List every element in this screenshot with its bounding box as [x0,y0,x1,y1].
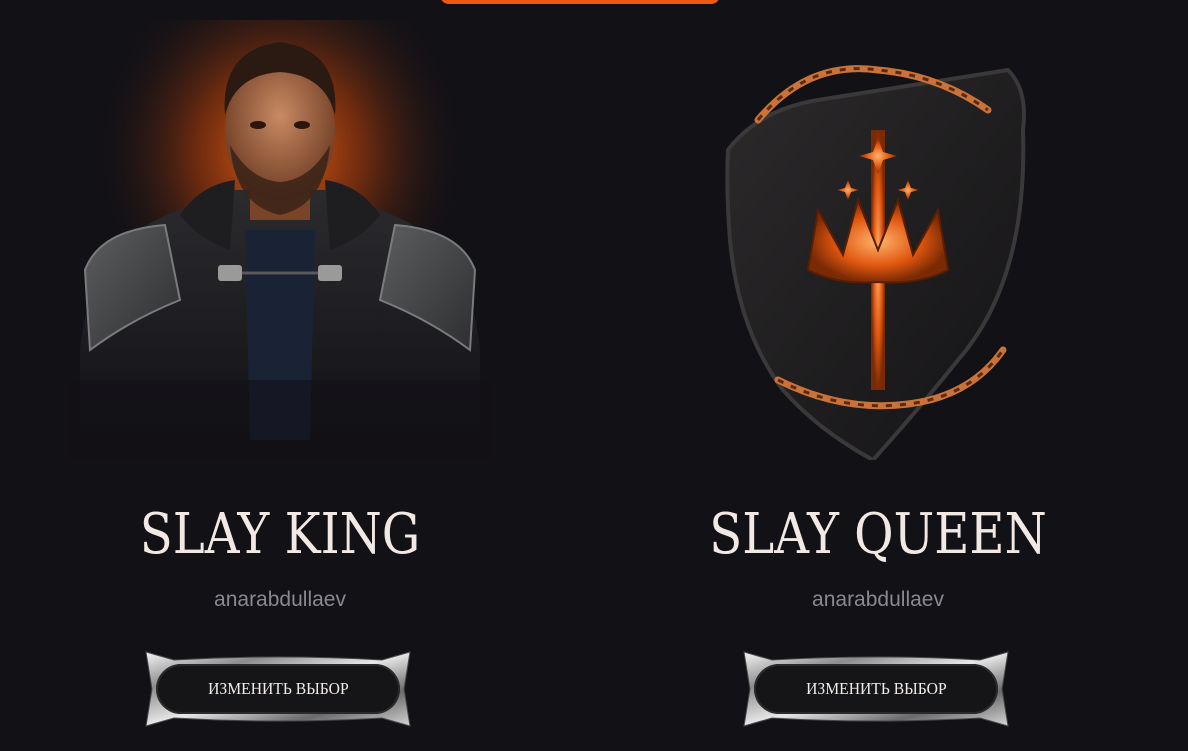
crowned-shield-icon [668,20,1088,460]
card-username: anarabdullaev [812,588,944,611]
card-slay-king: SLAY KING anarabdullaev ИЗМЕНИТЬ ВЫБОР [70,0,490,751]
change-choice-label: ИЗМЕНИТЬ ВЫБОР [207,679,349,698]
card-title: SLAY QUEEN [709,502,1047,567]
card-username: anarabdullaev [214,588,346,611]
card-title: SLAY KING [139,502,421,567]
card-slay-queen: SLAY QUEEN anarabdullaev ИЗМЕНИТЬ ВЫБОР [668,0,1088,751]
change-choice-button[interactable]: ИЗМЕНИТЬ ВЫБОР [140,650,416,728]
change-choice-button-inner: ИЗМЕНИТЬ ВЫБОР [754,664,998,714]
change-choice-label: ИЗМЕНИТЬ ВЫБОР [805,679,947,698]
change-choice-button-inner: ИЗМЕНИТЬ ВЫБОР [156,664,400,714]
change-choice-button[interactable]: ИЗМЕНИТЬ ВЫБОР [738,650,1014,728]
king-portrait-icon [70,20,490,460]
